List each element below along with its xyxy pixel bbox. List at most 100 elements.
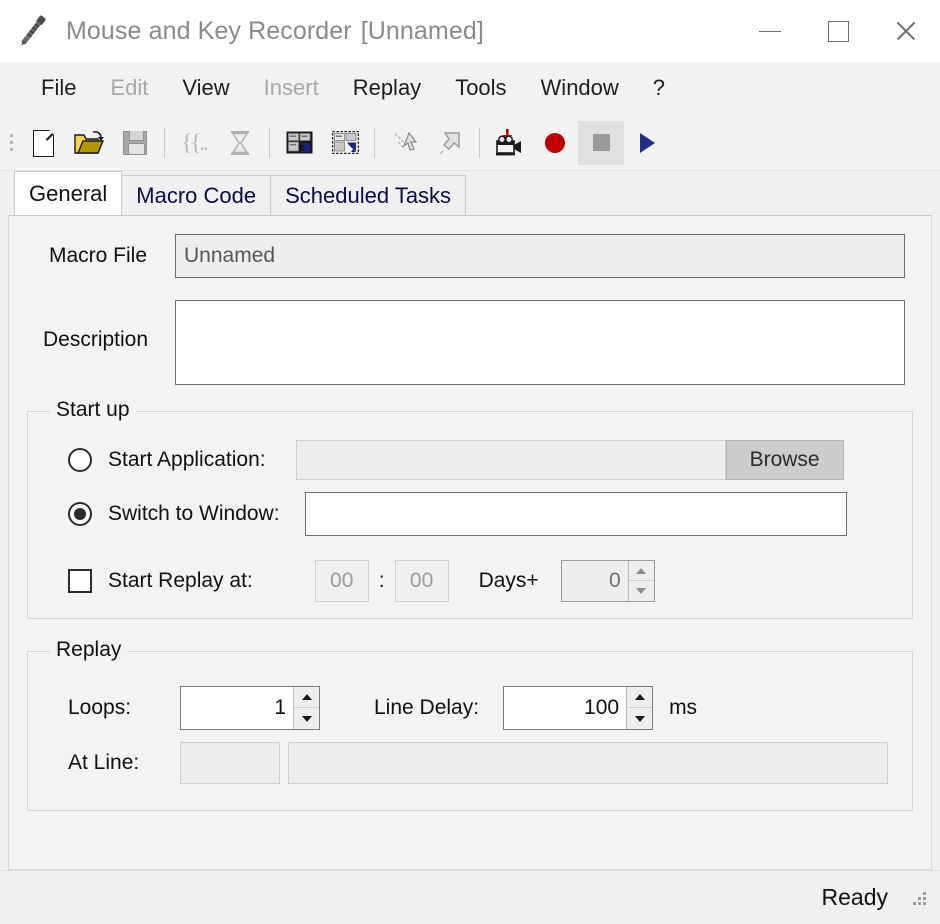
toolbar-separator-3 — [374, 127, 375, 158]
status-bar: Ready — [0, 870, 940, 924]
stop-square-icon — [592, 134, 610, 151]
insert-delay-button[interactable] — [217, 121, 263, 165]
new-button[interactable] — [20, 121, 66, 165]
close-icon — [894, 19, 918, 43]
open-button[interactable] — [66, 121, 112, 165]
tab-macro-code[interactable]: Macro Code — [121, 175, 272, 215]
menu-item-window[interactable]: Window — [524, 71, 636, 105]
toolbar-separator-2 — [269, 127, 270, 158]
description-input[interactable] — [175, 300, 905, 385]
chevron-down-icon — [636, 588, 647, 594]
macro-file-input[interactable] — [175, 234, 905, 278]
application-window: Mouse and Key Recorder [Unnamed] File Edi… — [0, 0, 940, 924]
start-application-input[interactable] — [295, 440, 726, 480]
start-replay-hours-field[interactable]: 00 — [314, 560, 369, 602]
new-icon — [28, 128, 58, 158]
menu-item-help[interactable]: ? — [636, 71, 682, 105]
browse-button[interactable]: Browse — [725, 440, 844, 480]
line-delay-buttons[interactable] — [626, 687, 653, 729]
save-floppy-icon — [120, 128, 150, 158]
replay-group-legend: Replay — [50, 638, 128, 662]
loops-buttons[interactable] — [293, 687, 319, 729]
line-delay-increment[interactable] — [627, 687, 653, 708]
at-line-label: At Line: — [68, 751, 140, 774]
general-tab-panel: Macro File Description Start up Start Ap… — [8, 215, 932, 870]
stop-button[interactable] — [578, 120, 624, 165]
startup-group-legend: Start up — [50, 398, 136, 422]
document-title-text: [Unnamed] — [360, 16, 484, 45]
resize-grip-icon[interactable] — [910, 889, 928, 907]
toolbar: {{.. — [0, 115, 940, 171]
menu-item-tools[interactable]: Tools — [438, 71, 523, 105]
at-line-row: At Line: — [42, 742, 898, 784]
menu-item-replay[interactable]: Replay — [336, 71, 438, 105]
maximize-icon — [827, 20, 849, 42]
toolbar-separator-4 — [479, 127, 480, 158]
window-controls — [736, 0, 940, 62]
loops-stepper[interactable]: 1 — [180, 686, 320, 730]
start-application-label: Start Application: — [108, 448, 266, 471]
days-plus-increment[interactable] — [628, 561, 654, 581]
tab-strip: General Macro Code Scheduled Tasks — [0, 171, 940, 215]
maximize-button[interactable] — [804, 0, 872, 62]
line-delay-stepper[interactable]: 100 — [503, 686, 654, 730]
loops-increment[interactable] — [294, 687, 319, 708]
loops-label: Loops: — [68, 696, 132, 719]
tab-general[interactable]: General — [14, 171, 123, 215]
menu-bar: File Edit View Insert Replay Tools Windo… — [0, 62, 940, 115]
loops-decrement[interactable] — [294, 708, 319, 729]
days-plus-decrement[interactable] — [628, 581, 654, 601]
mouse-path-down-button[interactable] — [381, 121, 427, 165]
start-replay-at-checkbox[interactable] — [68, 569, 92, 593]
days-plus-buttons[interactable] — [627, 561, 654, 601]
menu-item-file[interactable]: File — [24, 71, 93, 105]
window-capture-button[interactable] — [276, 121, 322, 165]
open-folder-icon — [74, 130, 105, 156]
line-delay-decrement[interactable] — [627, 708, 653, 729]
play-triangle-icon — [639, 132, 655, 153]
chevron-down-icon — [634, 715, 645, 722]
start-application-radio[interactable] — [68, 448, 92, 472]
window-capture-alt-icon — [331, 130, 359, 155]
macro-file-row: Macro File — [27, 234, 913, 278]
start-application-row: Start Application: Browse — [42, 440, 898, 480]
replay-group: Replay Loops: 1 Line Delay: 100 ms At Li… — [27, 638, 913, 811]
insert-block-button[interactable]: {{.. — [171, 121, 217, 165]
braces-icon: {{.. — [181, 130, 209, 155]
loops-value: 1 — [181, 687, 293, 729]
milliseconds-unit-label: ms — [669, 696, 698, 719]
menu-item-insert[interactable]: Insert — [247, 71, 336, 105]
line-delay-value: 100 — [504, 687, 627, 729]
record-button[interactable] — [532, 121, 578, 165]
toolbar-drag-grip[interactable] — [6, 126, 16, 160]
start-replay-minutes-field[interactable]: 00 — [394, 560, 449, 602]
switch-to-window-row: Switch to Window: — [42, 492, 898, 536]
at-line-text-input[interactable] — [288, 742, 888, 784]
record-screen-button[interactable] — [486, 121, 532, 165]
chevron-down-icon — [301, 715, 312, 722]
start-replay-at-row: Start Replay at: 00 : 00 Days+ 0 — [42, 560, 898, 602]
window-title: Mouse and Key Recorder [Unnamed] — [66, 17, 484, 46]
save-button[interactable] — [112, 121, 158, 165]
play-button[interactable] — [624, 121, 670, 165]
mouse-path-up-icon — [437, 130, 463, 156]
status-text: Ready — [821, 884, 888, 910]
switch-to-window-label: Switch to Window: — [108, 502, 280, 525]
switch-to-window-input[interactable] — [304, 492, 847, 536]
close-button[interactable] — [872, 0, 940, 62]
chevron-up-icon — [301, 694, 312, 700]
at-line-number-input[interactable] — [180, 742, 280, 784]
tab-scheduled-tasks[interactable]: Scheduled Tasks — [270, 175, 467, 215]
menu-item-view[interactable]: View — [165, 71, 246, 105]
description-row: Description — [27, 300, 913, 385]
window-capture-alt-button[interactable] — [322, 121, 368, 165]
camera-record-icon — [493, 128, 525, 157]
minimize-button[interactable] — [736, 0, 804, 62]
days-plus-stepper[interactable]: 0 — [560, 560, 655, 602]
mouse-path-up-button[interactable] — [427, 121, 473, 165]
macro-file-label: Macro File — [49, 244, 148, 267]
switch-to-window-radio[interactable] — [68, 502, 92, 526]
loops-row: Loops: 1 Line Delay: 100 ms — [42, 686, 898, 730]
menu-item-edit[interactable]: Edit — [93, 71, 165, 105]
line-delay-label: Line Delay: — [374, 696, 480, 719]
